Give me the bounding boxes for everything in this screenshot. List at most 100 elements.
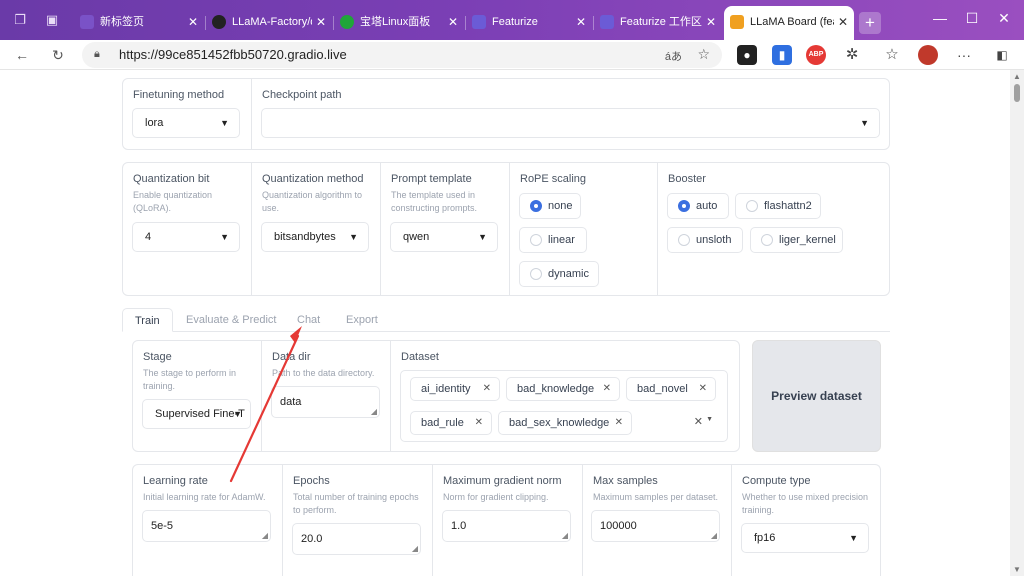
epochs-input[interactable]: 20.0 ◢ (292, 523, 421, 555)
booster-radio-unsloth[interactable]: unsloth (667, 227, 743, 253)
rope-radio-linear[interactable]: linear (519, 227, 587, 253)
epochs-info: Total number of training epochs to perfo… (293, 492, 419, 515)
finetuning-method-dropdown[interactable]: lora ▼ (132, 108, 240, 138)
close-window-icon[interactable]: ✕ (994, 10, 1014, 27)
browser-tab-1[interactable]: 新标签页 ✕ (74, 8, 204, 36)
close-tab-icon[interactable]: ✕ (838, 6, 848, 38)
dataset-chip[interactable]: bad_sex_knowledge ✕ (498, 411, 632, 435)
profile-avatar[interactable] (918, 45, 938, 65)
data-dir-input[interactable]: data ◢ (271, 386, 380, 418)
tab-chat[interactable]: Chat (285, 308, 332, 332)
compute-type-value: fp16 (754, 532, 776, 544)
featurize-icon (472, 15, 486, 29)
lock-icon[interactable]: 🔒︎ (94, 48, 106, 62)
address-bar[interactable]: 🔒︎ https://99ce851452fbb50720.gradio.liv… (82, 42, 722, 68)
compute-type-dropdown[interactable]: fp16 ▼ (741, 523, 869, 553)
favorite-star-icon[interactable]: ☆ (697, 46, 710, 63)
browser-tab-2[interactable]: LLaMA-Factory/data ✕ (206, 8, 332, 36)
tab-evaluate-predict[interactable]: Evaluate & Predict (174, 308, 289, 332)
radio-dot (530, 200, 542, 212)
booster-radio-liger-kernel[interactable]: liger_kernel (750, 227, 843, 253)
close-tab-icon[interactable]: ✕ (706, 8, 716, 36)
browser-tab-5[interactable]: Featurize 工作区 ✕ (594, 8, 722, 36)
compute-type-group: Compute type Whether to use mixed precis… (732, 465, 880, 576)
tab-favicon-icon (80, 15, 94, 29)
dataset-chip[interactable]: bad_knowledge ✕ (506, 377, 620, 401)
resize-grip-icon[interactable]: ◢ (262, 532, 268, 540)
close-tab-icon[interactable]: ✕ (316, 8, 326, 36)
radio-label: none (548, 200, 573, 212)
tab-title: LLaMA-Factory/data (232, 16, 312, 28)
quantization-bit-dropdown[interactable]: 4 ▼ (132, 222, 240, 252)
browser-tab-active[interactable]: LLaMA Board (featu ✕ (724, 6, 854, 40)
scroll-thumb[interactable] (1014, 84, 1020, 102)
rope-radio-dynamic[interactable]: dynamic (519, 261, 599, 287)
close-tab-icon[interactable]: ✕ (448, 8, 458, 36)
favorites-icon[interactable]: ☆ (882, 45, 902, 65)
tab-actions-icon[interactable]: ▣ (44, 12, 60, 28)
remove-chip-icon[interactable]: ✕ (483, 378, 491, 400)
clear-all-icon[interactable]: ✕ (694, 415, 703, 428)
dataset-chip[interactable]: ai_identity ✕ (410, 377, 500, 401)
tab-train[interactable]: Train (122, 308, 173, 332)
stage-value: Supervised Fine-T (155, 408, 245, 420)
dataset-chip[interactable]: bad_rule ✕ (410, 411, 492, 435)
refresh-icon[interactable]: ↻ (48, 45, 68, 65)
chevron-down-icon[interactable]: ▼ (706, 416, 713, 423)
maximize-icon[interactable]: ☐ (962, 10, 982, 27)
max-grad-norm-label: Maximum gradient norm (443, 475, 562, 487)
scroll-up-icon[interactable]: ▲ (1013, 72, 1021, 81)
resize-grip-icon[interactable]: ◢ (711, 532, 717, 540)
booster-radio-flashattn2[interactable]: flashattn2 (735, 193, 821, 219)
remove-chip-icon[interactable]: ✕ (475, 412, 483, 434)
learning-rate-input[interactable]: 5e-5 ◢ (142, 510, 271, 542)
read-aloud-icon[interactable]: áあ (665, 48, 682, 64)
resize-grip-icon[interactable]: ◢ (412, 545, 418, 553)
resize-grip-icon[interactable]: ◢ (371, 408, 377, 416)
stage-info: The stage to perform in training. (143, 368, 237, 391)
extension-tampermonkey-icon[interactable]: ● (737, 45, 757, 65)
close-tab-icon[interactable]: ✕ (576, 8, 586, 36)
more-menu-icon[interactable]: ··· (954, 45, 974, 65)
extensions-puzzle-icon[interactable]: ✲ (842, 45, 862, 65)
max-samples-input[interactable]: 100000 ◢ (591, 510, 720, 542)
chevron-down-icon: ▼ (349, 232, 358, 242)
booster-radio-auto[interactable]: auto (667, 193, 729, 219)
preview-dataset-button[interactable]: Preview dataset (752, 340, 881, 452)
learning-rate-info: Initial learning rate for AdamW. (143, 492, 266, 502)
browser-tab-4[interactable]: Featurize ✕ (466, 8, 592, 36)
browser-tab-3[interactable]: 宝塔Linux面板 ✕ (334, 8, 464, 36)
radio-label: liger_kernel (779, 234, 836, 246)
browser-tab-strip: ❐ ▣ 新标签页 ✕ LLaMA-Factory/data ✕ 宝塔Linux面… (0, 0, 1024, 40)
scroll-down-icon[interactable]: ▼ (1013, 565, 1021, 574)
page-scrollbar[interactable]: ▲ ▼ (1010, 70, 1024, 576)
quantization-method-dropdown[interactable]: bitsandbytes ▼ (261, 222, 369, 252)
close-tab-icon[interactable]: ✕ (188, 8, 198, 36)
remove-chip-icon[interactable]: ✕ (699, 378, 707, 400)
remove-chip-icon[interactable]: ✕ (603, 378, 611, 400)
max-grad-norm-input[interactable]: 1.0 ◢ (442, 510, 571, 542)
stage-dropdown[interactable]: Supervised Fine-T ▼ (142, 399, 251, 429)
extension-bookmark-icon[interactable]: ▮ (772, 45, 792, 65)
workspaces-icon[interactable]: ❐ (12, 12, 28, 28)
back-arrow-icon[interactable]: ← (12, 45, 32, 65)
new-tab-button[interactable]: + (859, 12, 881, 34)
extension-adblock-icon[interactable]: ABP (806, 45, 826, 65)
resize-grip-icon[interactable]: ◢ (562, 532, 568, 540)
minimize-icon[interactable]: — (930, 10, 950, 26)
chip-label: ai_identity (421, 383, 471, 395)
epochs-label: Epochs (293, 475, 330, 487)
url-text[interactable]: https://99ce851452fbb50720.gradio.live (119, 42, 347, 68)
data-dir-info: Path to the data directory. (272, 368, 375, 378)
max-samples-info: Maximum samples per dataset. (593, 492, 719, 502)
checkpoint-path-dropdown[interactable]: ▼ (261, 108, 880, 138)
epochs-group: Epochs Total number of training epochs t… (283, 465, 433, 576)
sidebar-toggle-icon[interactable]: ◧ (992, 45, 1012, 65)
prompt-template-dropdown[interactable]: qwen ▼ (390, 222, 498, 252)
chevron-down-icon: ▼ (233, 409, 242, 419)
rope-radio-none[interactable]: none (519, 193, 581, 219)
dataset-chip[interactable]: bad_novel ✕ (626, 377, 716, 401)
remove-chip-icon[interactable]: ✕ (615, 412, 623, 434)
quantization-bit-info: Enable quantization (QLoRA). (133, 190, 213, 213)
tab-export[interactable]: Export (334, 308, 390, 332)
